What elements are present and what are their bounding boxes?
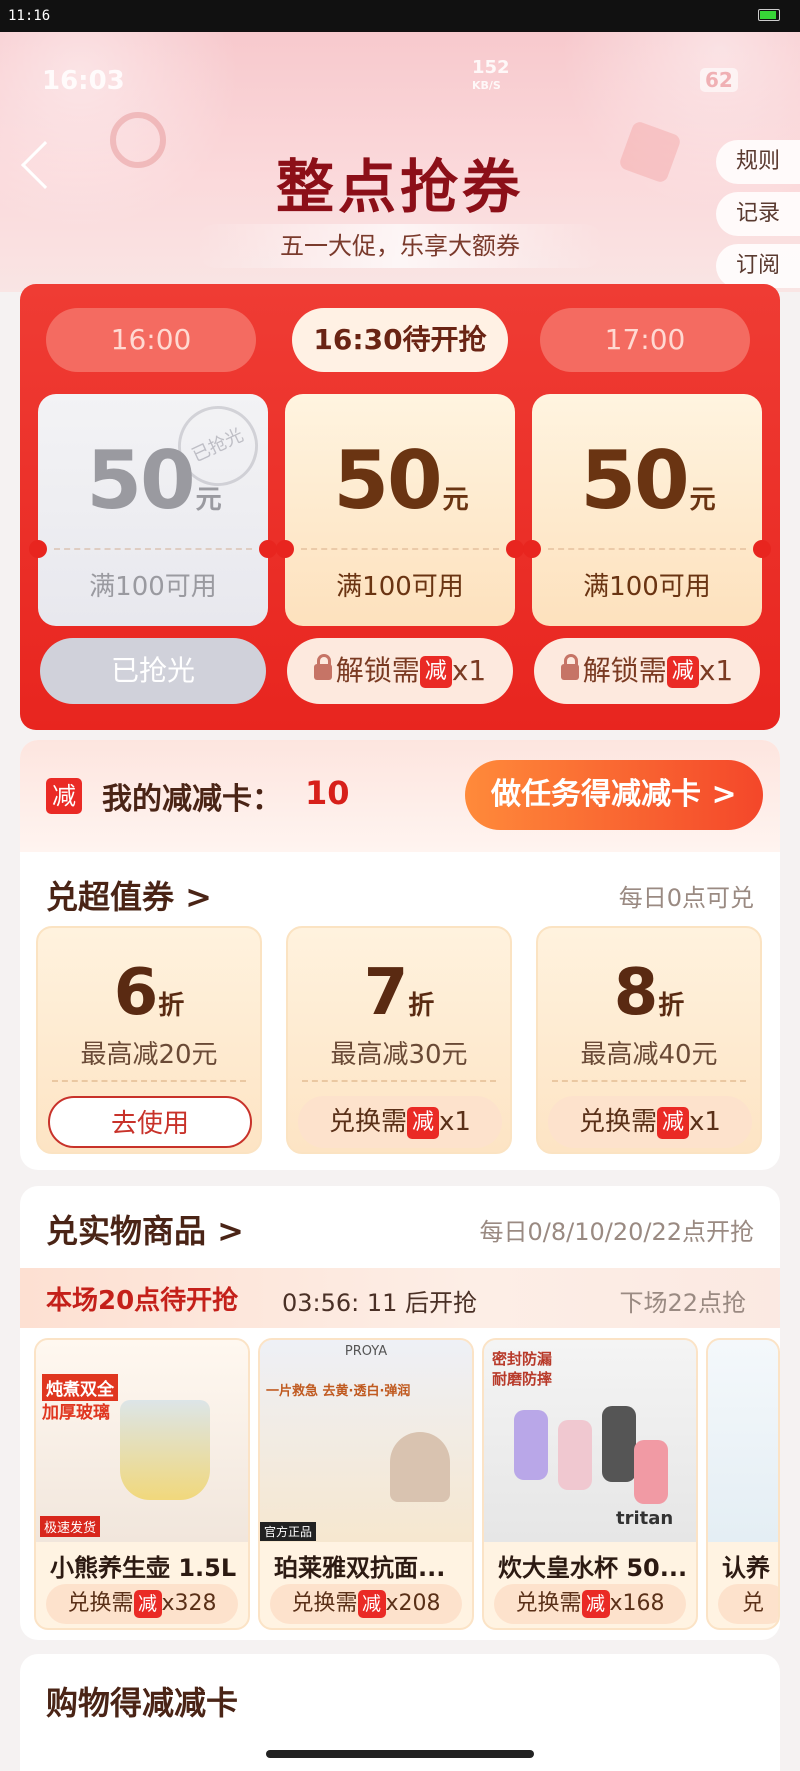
net-speed: 152 KB/S: [472, 57, 510, 93]
timeslot-tab-active[interactable]: 16:30待开抢: [292, 308, 508, 372]
exchange-button[interactable]: 兑换需减 x168: [494, 1584, 686, 1624]
coupon-amount: 50元: [333, 434, 468, 527]
coupon-condition: 满100可用: [583, 572, 711, 602]
exchange-note: 每日0点可兑: [618, 884, 754, 912]
product-image: 密封防漏 耐磨防摔 tritan: [484, 1340, 696, 1542]
coupon-condition: 满100可用: [336, 572, 464, 602]
system-status-bar: 11:16: [0, 0, 800, 32]
inner-battery-icon: 62: [700, 68, 738, 92]
product-name: 珀莱雅双抗面...: [274, 1554, 446, 1582]
system-clock: 11:16: [8, 8, 51, 24]
product-card[interactable]: 密封防漏 耐磨防摔 tritan 炊大皇水杯 50... 兑换需减 x168: [482, 1338, 698, 1630]
inner-clock: 16:03: [42, 66, 125, 96]
discount-desc: 最高减30元: [330, 1040, 468, 1070]
product-name: 认养: [722, 1554, 770, 1582]
my-card-section: 减 我的减减卡： 10 做任务得减减卡 > 兑超值券 > 每日0点可兑 6折 最…: [20, 740, 780, 1170]
goods-session-bar: 本场20点待开抢 03:56: 11 后开抢 下场22点抢: [20, 1268, 780, 1328]
jian-card-icon: 减: [419, 656, 452, 688]
timeslot-tab[interactable]: 17:00: [540, 308, 750, 372]
discount-card: 8折 最高减40元 兑换需减 x1: [536, 926, 762, 1154]
timeslot-tab[interactable]: 16:00: [46, 308, 256, 372]
product-card[interactable]: 认养 兑: [706, 1338, 780, 1630]
my-card-label: 我的减减卡：: [102, 782, 282, 817]
discount-card: 7折 最高减30元 兑换需减 x1: [286, 926, 512, 1154]
jian-card-icon: 减: [133, 1590, 162, 1618]
discount-desc: 最高减40元: [580, 1040, 718, 1070]
kettle-shape: [120, 1400, 210, 1500]
product-card[interactable]: 炖煮双全 加厚玻璃 极速发货 小熊养生壶 1.5L 兑换需减 x328: [34, 1338, 250, 1630]
product-image: PROYA 一片救急 去黄·透白·弹润 官方正品: [260, 1340, 472, 1542]
jian-card-icon: 减: [666, 656, 699, 688]
use-button[interactable]: 去使用: [48, 1096, 252, 1148]
earn-title: 购物得减减卡: [46, 1684, 239, 1722]
page-title: 整点抢券: [275, 153, 524, 221]
exchange-button[interactable]: 兑换需减 x1: [298, 1096, 502, 1148]
do-tasks-button[interactable]: 做任务得减减卡 >: [465, 760, 763, 830]
discount-desc: 最高减20元: [80, 1040, 218, 1070]
current-session: 本场20点待开抢: [46, 1286, 239, 1316]
product-image: [708, 1340, 778, 1542]
lock-icon: [560, 654, 579, 680]
coupon-amount: 50元: [580, 434, 715, 527]
discount-value: 6折: [113, 956, 185, 1030]
coupon-amount: 50元: [86, 434, 221, 527]
product-name: 炊大皇水杯 50...: [498, 1554, 688, 1582]
coupon-condition: 满100可用: [89, 572, 217, 602]
jian-card-icon: 减: [407, 1106, 440, 1139]
exchange-coupons-title[interactable]: 兑超值券 >: [46, 872, 212, 918]
my-card-count: 10: [305, 774, 350, 812]
coupon-card: 50元 满100可用: [276, 394, 524, 626]
sold-out-button[interactable]: 已抢光: [40, 638, 266, 704]
product-card[interactable]: PROYA 一片救急 去黄·透白·弹润 官方正品 珀莱雅双抗面... 兑换需减 x…: [258, 1338, 474, 1630]
lock-icon: [313, 654, 332, 680]
product-image: 炖煮双全 加厚玻璃 极速发货: [36, 1340, 248, 1542]
goods-title[interactable]: 兑实物商品 >: [46, 1206, 244, 1252]
jian-card-icon: 减: [581, 1590, 610, 1618]
exchange-button[interactable]: 兑换需减 x208: [270, 1584, 462, 1624]
product-name: 小熊养生壶 1.5L: [50, 1554, 237, 1582]
countdown: 03:56: 11 后开抢: [282, 1289, 478, 1317]
exchange-button[interactable]: 兑: [718, 1584, 778, 1624]
hourly-coupon-panel: 16:00 16:30待开抢 17:00 已抢光 50元 满100可用 50元 …: [20, 284, 780, 730]
discount-card: 6折 最高减20元 去使用: [36, 926, 262, 1154]
page-subtitle: 五一大促，乐享大额券: [195, 224, 605, 268]
physical-goods-section: 兑实物商品 > 每日0/8/10/20/22点开抢 本场20点待开抢 03:56…: [20, 1186, 780, 1640]
subscribe-link[interactable]: 订阅: [716, 244, 800, 288]
jian-card-icon: 减: [657, 1106, 690, 1139]
spokesperson-shape: [390, 1432, 450, 1502]
goods-note: 每日0/8/10/20/22点开抢: [479, 1218, 755, 1246]
discount-value: 7折: [363, 956, 435, 1030]
jian-card-icon: 减: [46, 778, 82, 814]
battery-icon: [758, 9, 780, 21]
unlock-button[interactable]: 解锁需减 x1: [534, 638, 760, 704]
unlock-button[interactable]: 解锁需减 x1: [287, 638, 513, 704]
records-link[interactable]: 记录: [716, 192, 800, 236]
exchange-button[interactable]: 兑换需减 x328: [46, 1584, 238, 1624]
coupon-card: 50元 满100可用: [523, 394, 771, 626]
next-session: 下场22点抢: [619, 1289, 746, 1317]
discount-value: 8折: [613, 956, 685, 1030]
jian-card-icon: 减: [357, 1590, 386, 1618]
coupon-card: 已抢光 50元 满100可用: [29, 392, 277, 626]
rules-link[interactable]: 规则: [716, 140, 800, 184]
home-indicator[interactable]: [266, 1750, 534, 1758]
exchange-button[interactable]: 兑换需减 x1: [548, 1096, 752, 1148]
